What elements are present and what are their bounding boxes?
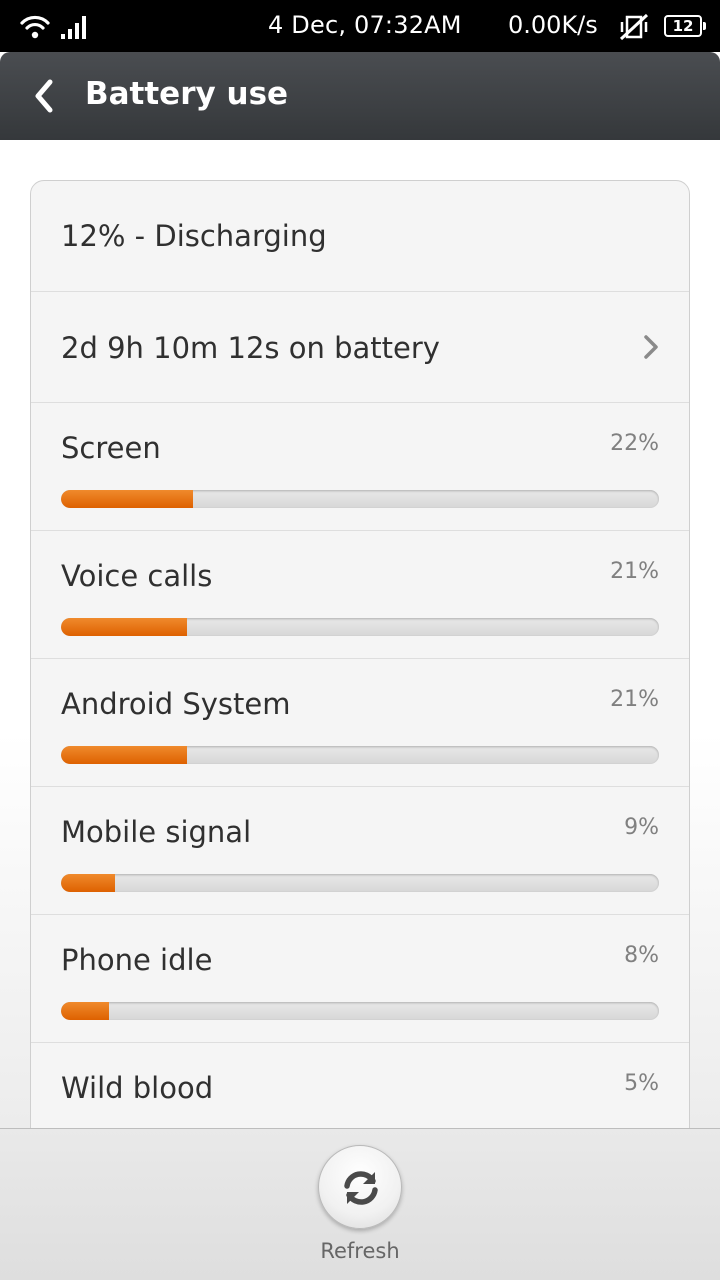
usage-item-percent: 21% xyxy=(610,559,659,584)
network-speed: 0.00K/s xyxy=(508,11,598,39)
status-bar: 4 Dec, 07:32AM 0.00K/s 12 xyxy=(0,0,720,52)
usage-bar-fill xyxy=(61,490,193,508)
usage-item-screen[interactable]: Screen 22% xyxy=(31,403,689,531)
header: Battery use xyxy=(0,52,720,140)
usage-bar xyxy=(61,490,659,508)
usage-item-android-system[interactable]: Android System 21% xyxy=(31,659,689,787)
usage-item-label: Mobile signal xyxy=(61,815,252,849)
refresh-button[interactable] xyxy=(318,1145,402,1229)
usage-item-label: Android System xyxy=(61,687,291,721)
usage-bar xyxy=(61,746,659,764)
usage-item-mobile-signal[interactable]: Mobile signal 9% xyxy=(31,787,689,915)
back-button[interactable] xyxy=(22,72,70,120)
usage-item-label: Wild blood xyxy=(61,1071,214,1105)
usage-bar xyxy=(61,1002,659,1020)
time-on-battery-text: 2d 9h 10m 12s on battery xyxy=(61,331,440,365)
usage-bar xyxy=(61,874,659,892)
usage-item-label: Voice calls xyxy=(61,559,213,593)
bottom-action-bar: Refresh xyxy=(0,1128,720,1280)
usage-item-phone-idle[interactable]: Phone idle 8% xyxy=(31,915,689,1043)
refresh-label: Refresh xyxy=(320,1239,400,1263)
content-area[interactable]: 12% - Discharging 2d 9h 10m 12s on batte… xyxy=(0,140,720,1128)
battery-status-row: 12% - Discharging xyxy=(31,181,689,292)
chevron-left-icon xyxy=(35,79,53,113)
battery-icon: 12 xyxy=(664,15,706,37)
usage-item-label: Phone idle xyxy=(61,943,213,977)
usage-item-percent: 9% xyxy=(624,815,659,840)
usage-item-percent: 22% xyxy=(610,431,659,456)
usage-bar-fill xyxy=(61,1002,109,1020)
battery-status-text: 12% - Discharging xyxy=(61,219,327,253)
usage-item-voice-calls[interactable]: Voice calls 21% xyxy=(31,531,689,659)
chevron-right-icon xyxy=(644,335,658,359)
usage-bar-fill xyxy=(61,618,187,636)
usage-item-wild-blood[interactable]: Wild blood 5% xyxy=(31,1043,689,1128)
status-time: 4 Dec, 07:32AM xyxy=(268,11,462,39)
usage-bar-fill xyxy=(61,746,187,764)
battery-history-row[interactable]: 2d 9h 10m 12s on battery xyxy=(31,292,689,403)
usage-item-percent: 21% xyxy=(610,687,659,712)
usage-bar-fill xyxy=(61,874,115,892)
wifi-icon xyxy=(20,15,50,39)
usage-bar xyxy=(61,618,659,636)
refresh-icon xyxy=(344,1171,378,1205)
usage-item-label: Screen xyxy=(61,431,161,465)
battery-card: 12% - Discharging 2d 9h 10m 12s on batte… xyxy=(30,180,690,1128)
status-icons-left xyxy=(20,10,90,40)
usage-item-percent: 5% xyxy=(624,1071,659,1096)
muted-vibrate-icon xyxy=(619,13,649,41)
usage-item-percent: 8% xyxy=(624,943,659,968)
signal-icon xyxy=(61,16,86,39)
page-title: Battery use xyxy=(85,76,289,112)
